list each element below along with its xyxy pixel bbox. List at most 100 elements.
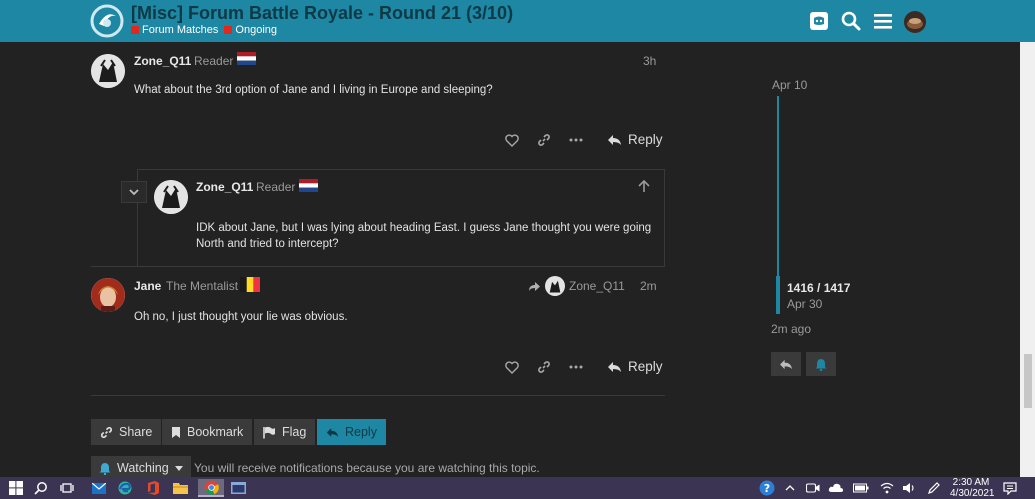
page-scrollbar[interactable] <box>1020 42 1035 477</box>
reply-to-indicator[interactable]: Zone_Q11 <box>528 276 625 296</box>
hamburger-menu-icon[interactable] <box>871 9 895 33</box>
site-header: [Misc] Forum Battle Royale - Round 21 (3… <box>0 0 1035 42</box>
topic-categories: Forum Matches Ongoing <box>131 24 277 36</box>
post-username[interactable]: Zone_Q11 <box>134 54 191 68</box>
timeline-position: 1416 / 1417 <box>787 281 851 295</box>
link-icon <box>100 426 113 438</box>
post-time[interactable]: 2m <box>640 279 657 293</box>
post-time[interactable]: 3h <box>643 54 656 68</box>
copy-link-icon[interactable] <box>534 357 554 377</box>
edge-browser-icon[interactable] <box>115 479 135 497</box>
category-label: Forum Matches <box>142 24 219 36</box>
clock-date: 4/30/2021 <box>950 488 995 499</box>
post-divider <box>91 266 665 267</box>
task-view-icon[interactable] <box>57 479 77 497</box>
chrome-browser-icon[interactable] <box>198 479 224 497</box>
post-user-title: The Mentalist <box>166 279 239 293</box>
help-icon[interactable]: ? <box>757 479 777 497</box>
clock-time: 2:30 AM <box>952 477 990 488</box>
timeline-reply-button[interactable] <box>771 352 801 376</box>
post-reply-button[interactable]: Reply <box>607 132 663 147</box>
post-divider <box>91 395 665 396</box>
like-heart-icon[interactable] <box>502 130 522 150</box>
share-button[interactable]: Share <box>91 419 162 445</box>
category-color-square <box>224 26 233 34</box>
reply-label: Reply <box>628 132 663 147</box>
flag-label: Flag <box>282 425 307 439</box>
pen-workspace-icon[interactable] <box>924 479 944 497</box>
office-icon[interactable] <box>143 479 163 497</box>
copy-link-icon[interactable] <box>534 130 554 150</box>
file-explorer-icon[interactable] <box>170 479 190 497</box>
flag-button[interactable]: Flag <box>254 419 316 445</box>
search-icon[interactable] <box>839 9 863 33</box>
bell-icon <box>99 462 111 475</box>
reply-to-username: Zone_Q11 <box>569 279 625 293</box>
wifi-icon[interactable] <box>877 479 897 497</box>
reply-arrow-icon <box>780 359 792 369</box>
category-ongoing[interactable]: Ongoing <box>224 24 277 36</box>
embedded-user-title: Reader <box>256 180 296 194</box>
more-options-icon[interactable] <box>566 357 586 377</box>
reply-button-label: Reply <box>345 425 377 439</box>
embedded-body: IDK about Jane, but I was lying about he… <box>196 222 652 250</box>
bookmark-label: Bookmark <box>187 425 244 439</box>
flag-icon <box>263 426 275 438</box>
timeline-start-date[interactable]: Apr 10 <box>772 78 807 92</box>
embedded-username[interactable]: Zone_Q11 <box>196 180 253 194</box>
reply-arrow-icon <box>326 427 339 437</box>
category-label: Ongoing <box>235 24 278 36</box>
svg-text:?: ? <box>764 482 770 495</box>
taskbar-clock[interactable]: 2:30 AM 4/30/2021 <box>950 477 995 499</box>
netherlands-flag-icon <box>237 52 256 65</box>
timeline-current-date: Apr 30 <box>787 297 823 311</box>
notifications-icon[interactable] <box>1000 479 1020 497</box>
post-username[interactable]: Jane <box>134 279 161 293</box>
battery-icon[interactable] <box>851 479 871 497</box>
timeline-last-activity[interactable]: 2m ago <box>771 322 811 336</box>
chevron-down-icon <box>129 188 139 195</box>
collapse-button[interactable] <box>121 181 147 203</box>
netherlands-flag-icon <box>299 179 318 192</box>
scrollbar-thumb[interactable] <box>1024 354 1032 408</box>
like-heart-icon[interactable] <box>502 357 522 377</box>
timeline-notification-button[interactable] <box>806 352 836 376</box>
reply-button[interactable]: Reply <box>317 419 386 445</box>
belgium-flag-icon <box>240 277 260 292</box>
reply-arrow-icon <box>608 134 621 145</box>
post-user-title: Reader <box>194 54 234 68</box>
reply-arrow-icon <box>608 361 621 372</box>
watching-label: Watching <box>117 461 169 475</box>
notification-description: You will receive notifications because y… <box>194 461 540 475</box>
reply-arrow-icon <box>529 281 540 291</box>
windows-taskbar: ? <box>0 477 1035 499</box>
arrow-up-icon[interactable] <box>634 176 654 196</box>
avatar[interactable] <box>91 54 125 88</box>
category-color-square <box>131 26 139 34</box>
avatar[interactable] <box>154 180 188 214</box>
avatar[interactable] <box>91 278 125 312</box>
mail-icon[interactable] <box>89 479 109 497</box>
meet-now-icon[interactable] <box>803 479 823 497</box>
site-logo-icon[interactable] <box>90 4 124 38</box>
search-icon[interactable] <box>31 479 51 497</box>
reply-label: Reply <box>628 359 663 374</box>
onedrive-cloud-icon[interactable] <box>826 479 846 497</box>
bell-icon <box>815 358 827 371</box>
discord-icon[interactable] <box>807 9 831 33</box>
windows-start-icon[interactable] <box>6 479 26 497</box>
app-window-icon[interactable] <box>228 479 248 497</box>
topic-title[interactable]: [Misc] Forum Battle Royale - Round 21 (3… <box>131 3 513 24</box>
chevron-up-icon[interactable] <box>780 479 800 497</box>
timeline-handle[interactable] <box>776 276 780 314</box>
bookmark-button[interactable]: Bookmark <box>162 419 253 445</box>
volume-icon[interactable] <box>899 479 919 497</box>
post-body: What about the 3rd option of Jane and I … <box>134 84 493 96</box>
category-forum-matches[interactable]: Forum Matches <box>131 24 218 36</box>
user-avatar[interactable] <box>904 11 926 33</box>
share-label: Share <box>119 425 153 439</box>
caret-down-icon <box>174 465 183 471</box>
more-options-icon[interactable] <box>566 130 586 150</box>
bookmark-icon <box>172 426 180 438</box>
post-reply-button[interactable]: Reply <box>607 359 663 374</box>
